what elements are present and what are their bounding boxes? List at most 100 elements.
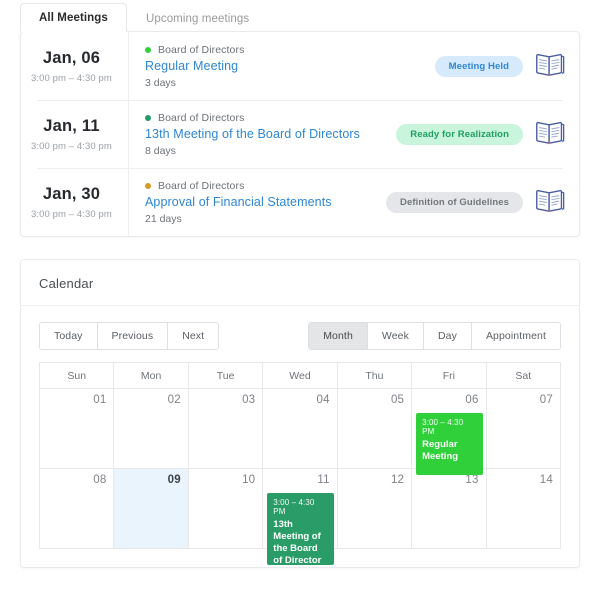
calendar-day-cell[interactable]: 05 <box>337 389 413 469</box>
tab-upcoming-meetings[interactable]: Upcoming meetings <box>127 4 268 32</box>
meeting-date-column: Jan, 11 3:00 pm – 4:30 pm <box>21 100 129 168</box>
calendar-day-number: 03 <box>242 394 256 406</box>
meeting-time: 3:00 pm – 4:30 pm <box>31 208 112 220</box>
meeting-minutes-button[interactable] <box>535 121 565 147</box>
meeting-body: Board of Directors Regular Meeting 3 days <box>129 44 427 89</box>
calendar-week-row: 01 02 03 04 05 06 3:00 – 4:30 PM Regular Meetin… <box>40 389 561 475</box>
calendar-view-week[interactable]: Week <box>367 323 424 349</box>
minutes-book-icon[interactable] <box>535 53 565 77</box>
meeting-time: 3:00 pm – 4:30 pm <box>31 140 112 152</box>
meeting-duration: 21 days <box>145 212 182 225</box>
weekday-header-fri: Fri <box>412 363 487 389</box>
calendar-toolbar: Today Previous Next Month Week Day Appointmen… <box>21 306 579 362</box>
calendar-header-row: Sun Mon Tue Wed Thu Fri Sat <box>40 363 561 389</box>
calendar-day-number: 09 <box>167 474 181 486</box>
minutes-book-icon[interactable] <box>535 189 565 213</box>
calendar-view-buttons: Month Week Day Appointment <box>308 322 561 350</box>
calendar-view-month[interactable]: Month <box>309 323 368 349</box>
calendar-event-time: 3:00 – 4:30 PM <box>273 498 315 516</box>
meeting-title-link[interactable]: Approval of Financial Statements <box>145 195 378 209</box>
meeting-category-label: Board of Directors <box>158 179 245 192</box>
calendar-day-number: 08 <box>93 474 107 486</box>
calendar-day-cell[interactable]: 08 <box>40 469 115 549</box>
calendar-day-cell[interactable]: 14 <box>486 469 561 549</box>
weekday-header-thu: Thu <box>337 363 413 389</box>
calendar-nav-today[interactable]: Today <box>40 323 98 349</box>
meeting-minutes-button[interactable] <box>535 189 565 215</box>
calendar-day-cell[interactable]: 04 <box>263 389 338 469</box>
minutes-book-icon[interactable] <box>535 121 565 145</box>
status-badge: Meeting Held <box>434 55 523 77</box>
calendar-day-cell[interactable]: 03 <box>188 389 264 469</box>
calendar-view-day[interactable]: Day <box>423 323 472 349</box>
meeting-row[interactable]: Jan, 11 3:00 pm – 4:30 pm Board of Directo… <box>21 100 579 168</box>
meeting-status-cell: Ready for Realization <box>388 123 535 145</box>
calendar-day-cell[interactable]: 06 3:00 – 4:30 PM Regular Meeting <box>412 389 487 475</box>
calendar-day-number: 10 <box>242 474 256 486</box>
meeting-body: Board of Directors Approval of Financial … <box>129 180 378 225</box>
status-dot-icon <box>145 182 151 189</box>
meeting-duration: 8 days <box>145 144 176 157</box>
weekday-header-wed: Wed <box>263 363 338 389</box>
meeting-date-column: Jan, 06 3:00 pm – 4:30 pm <box>21 32 129 100</box>
calendar-day-number: 01 <box>93 394 107 406</box>
calendar-grid: Sun Mon Tue Wed Thu Fri Sat 01 02 03 04 05 06 3:00 – … <box>21 362 579 567</box>
calendar-day-number: 12 <box>390 474 405 486</box>
status-badge: Definition of Guidelines <box>385 191 523 213</box>
meeting-category: Board of Directors <box>145 44 427 56</box>
calendar-day-cell[interactable]: 11 3:00 – 4:30 PM 13th Meeting of the Boar… <box>263 469 338 565</box>
meetings-tab-bar: All Meetings Upcoming meetings <box>20 0 580 32</box>
meeting-title-link[interactable]: 13th Meeting of the Board of Directors <box>145 127 388 141</box>
calendar-event[interactable]: 3:00 – 4:30 PM 13th Meeting of the Board … <box>267 493 335 565</box>
meeting-category: Board of Directors <box>145 180 378 192</box>
weekday-header-sun: Sun <box>40 363 115 389</box>
calendar-nav-previous[interactable]: Previous <box>97 323 169 349</box>
meeting-title-link[interactable]: Regular Meeting <box>145 59 427 73</box>
calendar-day-cell[interactable]: 13 <box>412 469 487 549</box>
calendar-day-cell[interactable]: 07 <box>486 389 561 469</box>
calendar-day-number: 14 <box>539 474 553 486</box>
page-root: All Meetings Upcoming meetings Jan, 06 3:0… <box>0 0 600 600</box>
calendar-day-cell[interactable]: 01 <box>40 389 115 469</box>
calendar-nav-buttons: Today Previous Next <box>39 322 220 350</box>
weekday-header-mon: Mon <box>114 363 189 389</box>
calendar-day-cell[interactable]: 09 <box>114 469 189 549</box>
meeting-date: Jan, 30 <box>42 184 101 203</box>
calendar-day-number: 13 <box>465 474 479 486</box>
calendar-day-number: 05 <box>390 394 405 406</box>
meeting-time: 3:00 pm – 4:30 pm <box>31 72 112 84</box>
calendar-day-cell[interactable]: 12 <box>337 469 413 549</box>
calendar-day-number: 02 <box>167 394 181 406</box>
tab-all-meetings[interactable]: All Meetings <box>20 3 127 32</box>
meetings-card: Jan, 06 3:00 pm – 4:30 pm Board of Directo… <box>20 31 580 237</box>
meeting-row[interactable]: Jan, 30 3:00 pm – 4:30 pm Board of Directo… <box>21 168 579 236</box>
calendar-title: Calendar <box>21 260 579 306</box>
calendar-event-time: 3:00 – 4:30 PM <box>422 418 464 436</box>
calendar-day-number: 06 <box>465 394 479 406</box>
meeting-category-label: Board of Directors <box>158 111 245 124</box>
calendar-day-cell[interactable]: 10 <box>188 469 264 549</box>
calendar-day-cell[interactable]: 02 <box>114 389 189 469</box>
calendar-day-number: 11 <box>317 474 330 486</box>
meeting-minutes-button[interactable] <box>535 53 565 79</box>
meeting-date-column: Jan, 30 3:00 pm – 4:30 pm <box>21 168 129 236</box>
status-dot-icon <box>145 114 151 121</box>
calendar-nav-next[interactable]: Next <box>168 323 219 349</box>
meeting-category: Board of Directors <box>145 112 388 124</box>
calendar-day-number: 07 <box>539 394 553 406</box>
meeting-status-cell: Definition of Guidelines <box>378 191 535 213</box>
calendar-event[interactable]: 3:00 – 4:30 PM Regular Meeting <box>416 413 484 475</box>
meeting-body: Board of Directors 13th Meeting of the Bo… <box>129 112 388 157</box>
calendar-view-appointment[interactable]: Appointment <box>471 323 560 349</box>
calendar-card: Calendar Today Previous Next Month Week Day A… <box>20 259 580 568</box>
meeting-row[interactable]: Jan, 06 3:00 pm – 4:30 pm Board of Directo… <box>21 32 579 100</box>
status-dot-icon <box>145 46 151 53</box>
meeting-duration: 3 days <box>145 76 176 89</box>
weekday-header-tue: Tue <box>188 363 264 389</box>
meeting-date: Jan, 11 <box>43 116 100 135</box>
calendar-event-title: 13th Meeting of the Board of Director <box>273 519 322 565</box>
meeting-category-label: Board of Directors <box>158 43 245 56</box>
calendar-week-row: 08 09 10 11 3:00 – 4:30 PM 13th Meeting of th… <box>40 469 561 565</box>
meeting-status-cell: Meeting Held <box>427 55 535 77</box>
calendar-event-title: Regular Meeting <box>422 439 459 463</box>
